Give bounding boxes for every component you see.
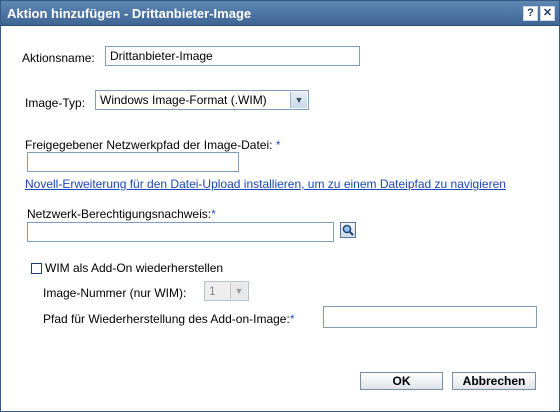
addon-path-input[interactable] [323, 306, 537, 328]
cancel-button[interactable]: Abbrechen [452, 372, 536, 390]
image-type-select[interactable]: Windows Image-Format (.WIM) ▼ [95, 90, 309, 110]
search-button[interactable] [340, 222, 356, 238]
network-path-input[interactable] [27, 152, 239, 172]
title-bar: Aktion hinzufügen - Drittanbieter-Image … [1, 1, 559, 26]
required-marker: * [289, 312, 295, 326]
network-path-label: Freigegebener Netzwerkpfad der Image-Dat… [25, 138, 281, 152]
image-type-label: Image-Typ: [25, 96, 86, 110]
image-number-select[interactable]: 1 ▼ [204, 281, 249, 301]
dialog-window: Aktion hinzufügen - Drittanbieter-Image … [0, 0, 560, 412]
addon-path-label: Pfad für Wiederherstellung des Add-on-Im… [43, 312, 295, 326]
credentials-input[interactable] [27, 222, 334, 242]
required-marker: * [275, 138, 281, 152]
chevron-down-icon: ▼ [230, 283, 247, 299]
credentials-label: Netzwerk-Berechtigungsnachweis:* [27, 207, 216, 221]
upload-extension-link[interactable]: Novell-Erweiterung für den Datei-Upload … [25, 177, 506, 191]
chevron-down-icon: ▼ [290, 92, 307, 108]
help-button[interactable]: ? [523, 6, 538, 21]
image-number-label: Image-Nummer (nur WIM): [43, 286, 187, 300]
close-button[interactable]: ✕ [540, 6, 555, 21]
required-marker: * [211, 207, 216, 221]
action-name-input[interactable] [105, 46, 360, 66]
search-icon [342, 224, 354, 236]
wim-addon-checkbox[interactable] [31, 263, 42, 274]
ok-button[interactable]: OK [360, 372, 443, 390]
image-number-value: 1 [209, 284, 216, 298]
wim-addon-label: WIM als Add-On wiederherstellen [45, 261, 224, 275]
window-title: Aktion hinzufügen - Drittanbieter-Image [7, 6, 252, 21]
image-type-value: Windows Image-Format (.WIM) [100, 93, 267, 107]
action-name-label: Aktionsname: [22, 51, 95, 65]
